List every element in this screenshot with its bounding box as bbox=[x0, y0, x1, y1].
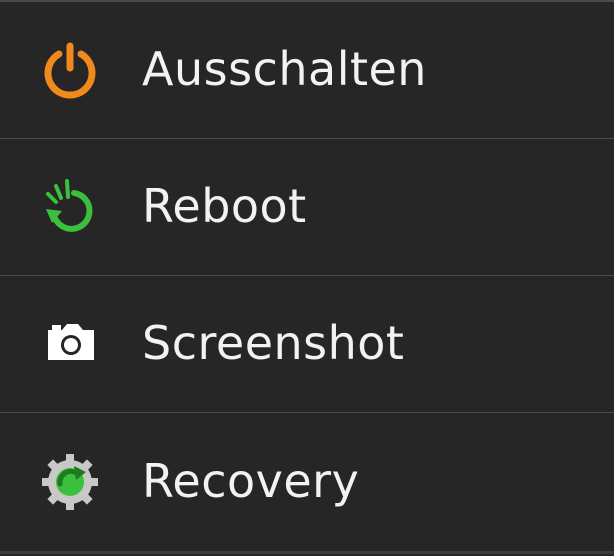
menu-item-label: Ausschalten bbox=[142, 42, 427, 97]
menu-item-screenshot[interactable]: Screenshot bbox=[0, 276, 614, 413]
menu-item-label: Recovery bbox=[142, 454, 360, 509]
recovery-gear-icon bbox=[38, 450, 102, 514]
power-menu: Ausschalten Reboot Screenshot Recovery bbox=[0, 0, 614, 556]
menu-item-label: Reboot bbox=[142, 179, 307, 234]
menu-item-ausschalten[interactable]: Ausschalten bbox=[0, 2, 614, 139]
reboot-icon bbox=[38, 175, 102, 239]
camera-icon bbox=[38, 312, 102, 376]
menu-item-reboot[interactable]: Reboot bbox=[0, 139, 614, 276]
menu-item-label: Screenshot bbox=[142, 316, 405, 371]
power-icon bbox=[38, 38, 102, 102]
menu-item-recovery[interactable]: Recovery bbox=[0, 413, 614, 554]
